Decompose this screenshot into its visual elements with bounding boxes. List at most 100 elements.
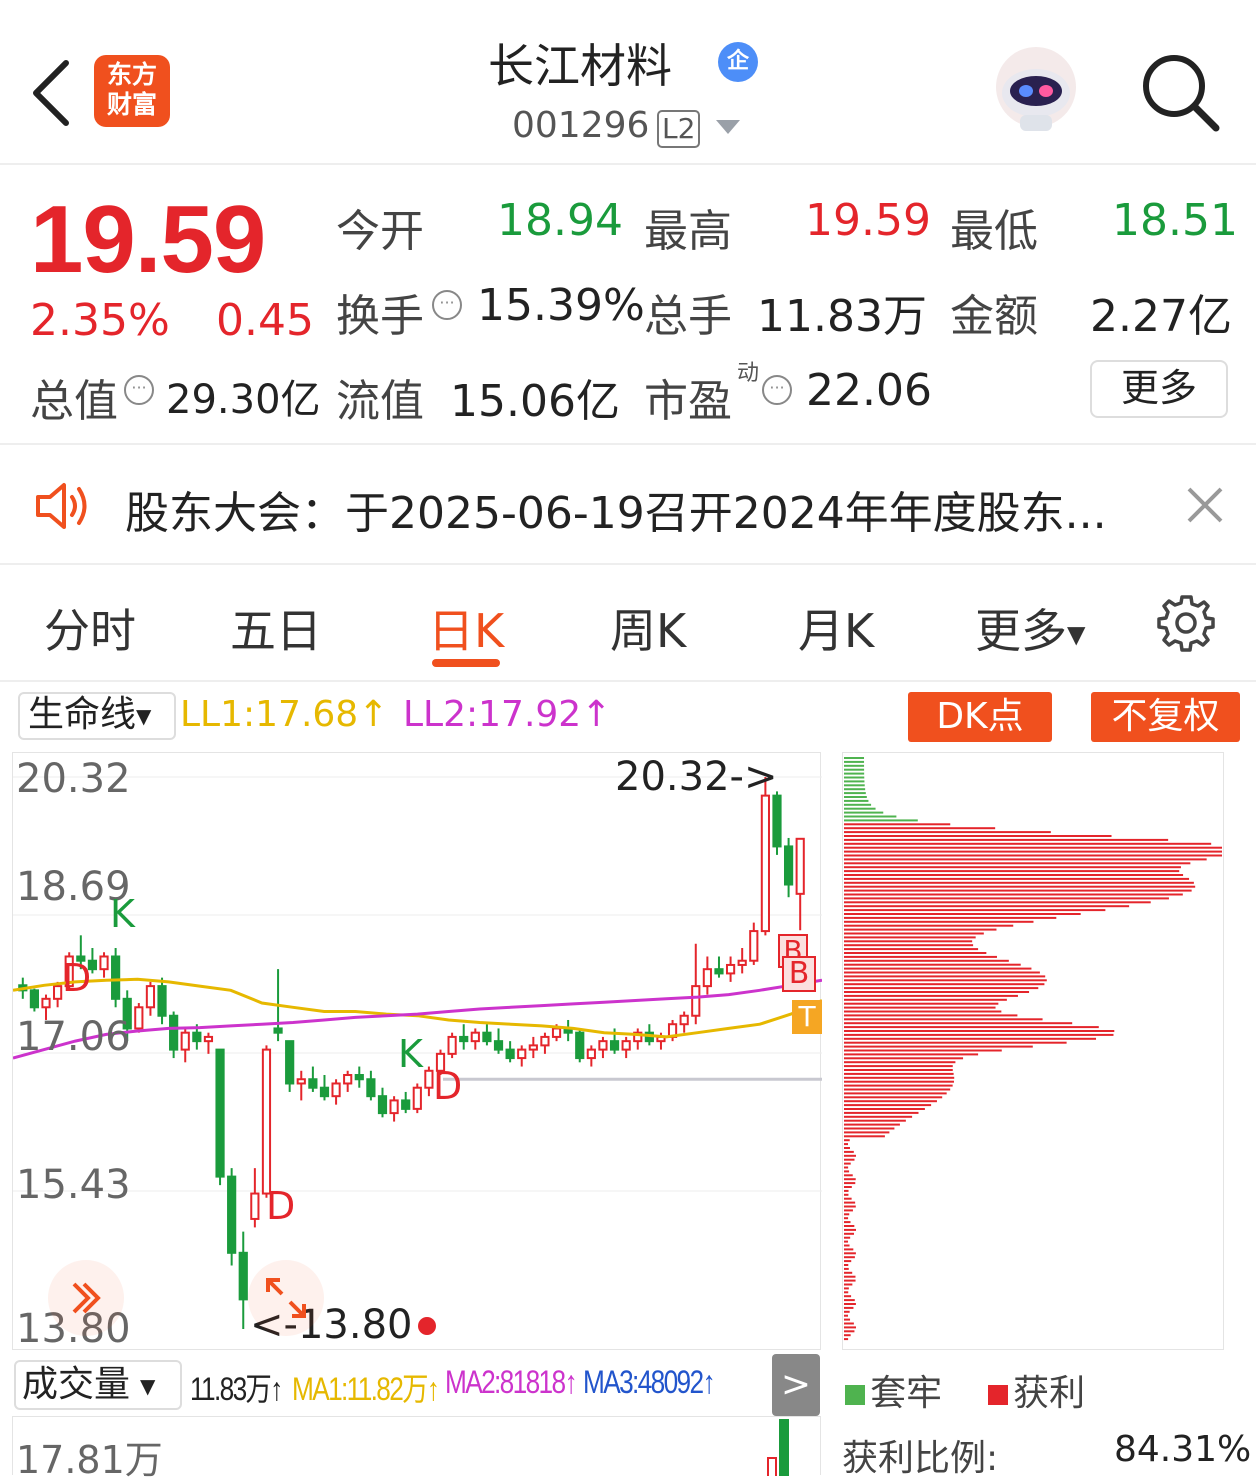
volume-ma3: MA3:48092↑ <box>583 1364 716 1400</box>
chip-bar <box>844 811 884 814</box>
chip-bar <box>844 948 979 951</box>
chip-bar <box>844 1037 1097 1040</box>
volume-label: 总手 <box>644 291 732 342</box>
last-price: 19.59 <box>30 186 266 293</box>
chip-bar <box>844 1182 856 1185</box>
chip-bar <box>844 1088 951 1091</box>
more-quote-button[interactable]: 更多 <box>1090 360 1228 418</box>
turnover-info-icon[interactable]: ··· <box>432 290 462 320</box>
expand-panel-button[interactable] <box>48 1260 124 1336</box>
profit-ratio-value: 84.31% <box>1114 1429 1252 1470</box>
chip-bar <box>844 924 1014 927</box>
chip-bar <box>844 1314 849 1317</box>
chevron-right-icon: > <box>780 1364 812 1405</box>
candle-body <box>459 1035 469 1043</box>
caret-down-icon: ▼ <box>1067 620 1086 649</box>
tab-intraday[interactable]: 分时 <box>44 595 136 661</box>
candle-body <box>319 1086 330 1098</box>
max-price-marker: 20.32-> <box>615 754 778 800</box>
indicator-selector[interactable]: 生命线▼ <box>18 692 176 740</box>
signal-k-1: K <box>110 892 135 936</box>
double-chevron-right-icon <box>72 1282 101 1314</box>
pe-value: 22.06 <box>806 365 932 416</box>
chip-bar <box>844 1228 856 1231</box>
volume-ma1: MA1:11.82万↑ <box>292 1371 440 1407</box>
chip-bar <box>844 792 866 795</box>
chip-bar <box>844 901 1151 904</box>
notice-bar[interactable]: 股东大会：于2025-06-19召开2024年年度股东... <box>0 447 1256 565</box>
chip-bar <box>844 1049 1002 1052</box>
mktcap-info-icon[interactable]: ··· <box>124 375 154 405</box>
low-value: 18.51 <box>1112 195 1238 246</box>
gear-icon[interactable] <box>1156 593 1216 653</box>
legend-profit-label: 获利 <box>1013 1373 1086 1414</box>
tab-daily-k[interactable]: 日K <box>428 595 504 661</box>
high-label: 最高 <box>644 206 732 257</box>
chip-bar <box>844 928 997 931</box>
chip-bar <box>844 1072 954 1075</box>
candle-body <box>493 1040 504 1051</box>
chip-bar <box>844 1057 964 1060</box>
fullscreen-button[interactable] <box>248 1260 324 1336</box>
candle-body <box>482 1031 492 1043</box>
no-adjust-button[interactable]: 不复权 <box>1091 692 1240 742</box>
chip-bar <box>844 1264 849 1266</box>
logo-line1: 东方 <box>106 60 157 89</box>
chip-bar <box>844 877 1190 880</box>
chip-bar <box>844 983 1045 986</box>
tab-five-day[interactable]: 五日 <box>230 595 322 661</box>
stock-switch-dropdown-icon[interactable] <box>716 120 740 134</box>
close-icon[interactable] <box>1185 485 1225 525</box>
chip-bar <box>844 1100 937 1103</box>
amount-label: 金额 <box>950 291 1038 342</box>
chip-bar <box>844 1240 849 1243</box>
chip-bar <box>844 1131 890 1134</box>
tab-more[interactable]: 更多▼ <box>975 595 1085 661</box>
chip-bar <box>844 1147 850 1149</box>
chip-bar <box>844 952 987 954</box>
signal-d-1: D <box>62 956 92 1000</box>
chip-bar <box>844 893 1183 896</box>
open-label: 今开 <box>336 206 424 257</box>
back-arrow-icon[interactable] <box>28 58 78 128</box>
amount-value: 2.27亿 <box>1090 291 1232 342</box>
candle-body <box>586 1048 596 1060</box>
tab-monthly-k[interactable]: 月K <box>798 595 874 661</box>
chip-bar <box>844 784 865 787</box>
tab-weekly-k[interactable]: 周K <box>610 595 686 661</box>
chip-bar <box>844 842 1212 845</box>
volume-indicator-selector[interactable]: 成交量 ▼ <box>14 1360 182 1410</box>
candle-body <box>598 1040 608 1051</box>
volume-ma2: MA2:81818↑ <box>445 1364 578 1400</box>
chip-bar <box>844 959 1009 962</box>
ll1-value: LL1:17.68↑ <box>180 694 389 735</box>
chip-bar <box>844 955 997 958</box>
chip-bar <box>844 768 865 771</box>
next-indicator-button[interactable]: > <box>772 1354 820 1416</box>
volume-value: 11.83万 <box>757 291 927 342</box>
chip-bar <box>844 1018 1043 1021</box>
chip-bar <box>844 889 1192 892</box>
candle-body <box>111 955 121 1000</box>
eastmoney-logo[interactable]: 东方 财富 <box>94 55 170 127</box>
profit-ratio-label: 获利比例: <box>842 1438 999 1479</box>
chip-bar <box>844 1256 855 1259</box>
chip-bar <box>844 815 897 818</box>
high-value: 19.59 <box>805 195 931 246</box>
chip-bar <box>844 1111 919 1114</box>
chip-distribution-chart[interactable] <box>842 752 1224 1350</box>
search-icon[interactable] <box>1140 52 1220 132</box>
candle-body <box>470 1031 480 1043</box>
signal-k-2: K <box>398 1032 423 1076</box>
chip-bar <box>844 1127 895 1130</box>
candle-body <box>749 930 759 962</box>
indicator-name: 生命线 <box>28 694 137 735</box>
chip-bar <box>844 1193 849 1196</box>
pe-info-icon[interactable]: ··· <box>762 375 792 405</box>
ai-assistant-robot-icon[interactable] <box>990 45 1082 135</box>
chip-bar <box>844 1104 932 1107</box>
signal-d-2: D <box>433 1064 463 1108</box>
notice-text[interactable]: 股东大会：于2025-06-19召开2024年年度股东... <box>125 477 1107 541</box>
dk-point-button[interactable]: DK点 <box>908 692 1052 742</box>
chip-bar <box>844 757 865 759</box>
